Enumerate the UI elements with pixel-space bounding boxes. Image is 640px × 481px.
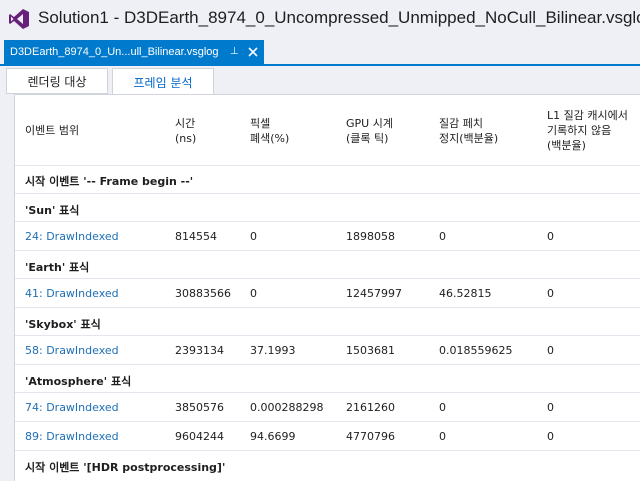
gpu-clock-cell: 2161260 bbox=[346, 401, 395, 414]
draw-call-link[interactable]: 58: DrawIndexed bbox=[25, 344, 119, 357]
texture-stall-cell: 0.018559625 bbox=[439, 344, 513, 357]
time-cell: 9604244 bbox=[175, 430, 224, 443]
row-separator bbox=[15, 450, 640, 451]
row-separator bbox=[15, 335, 640, 336]
time-cell: 3850576 bbox=[175, 401, 224, 414]
event-group-row[interactable]: 'Skybox' 표식 bbox=[25, 316, 101, 332]
texture-stall-cell: 0 bbox=[439, 230, 446, 243]
document-tab-label: D3DEarth_8974_0_Un...ull_Bilinear.vsglog bbox=[10, 46, 219, 58]
gpu-clock-cell: 1503681 bbox=[346, 344, 395, 357]
pixels-culled-cell: 0.000288298 bbox=[250, 401, 324, 414]
draw-call-link[interactable]: 41: DrawIndexed bbox=[25, 287, 119, 300]
row-separator bbox=[15, 221, 640, 222]
document-tab[interactable]: D3DEarth_8974_0_Un...ull_Bilinear.vsglog… bbox=[4, 40, 264, 64]
title-bar: Solution1 - D3DEarth_8974_0_Uncompressed… bbox=[0, 0, 640, 38]
row-separator bbox=[15, 193, 640, 194]
tab-frame-analysis[interactable]: 프레임 분석 bbox=[112, 68, 214, 96]
pin-icon[interactable]: ⊥ bbox=[230, 45, 242, 59]
l1-cache-miss-cell: 0 bbox=[547, 230, 554, 243]
event-group-row[interactable]: 시작 이벤트 '-- Frame begin --' bbox=[25, 173, 193, 189]
tab-render-targets[interactable]: 렌더링 대상 bbox=[6, 68, 108, 94]
pixels-culled-cell: 94.6699 bbox=[250, 430, 296, 443]
row-separator bbox=[15, 364, 640, 365]
l1-cache-miss-cell: 0 bbox=[547, 401, 554, 414]
header-gpu-clock[interactable]: GPU 시계 (클록 틱) bbox=[346, 116, 393, 146]
l1-cache-miss-cell: 0 bbox=[547, 430, 554, 443]
draw-call-link[interactable]: 89: DrawIndexed bbox=[25, 430, 119, 443]
header-pixels-culled[interactable]: 픽셀 폐색(%) bbox=[250, 116, 289, 146]
header-event-range[interactable]: 이벤트 범위 bbox=[25, 123, 79, 138]
texture-stall-cell: 0 bbox=[439, 401, 446, 414]
event-group-row[interactable]: 'Atmosphere' 표식 bbox=[25, 373, 131, 389]
gpu-clock-cell: 4770796 bbox=[346, 430, 395, 443]
analysis-table: 이벤트 범위 시간 (ns) 픽셀 폐색(%) GPU 시계 (클록 틱) 질감… bbox=[14, 94, 640, 481]
draw-call-link[interactable]: 24: DrawIndexed bbox=[25, 230, 119, 243]
event-group-row[interactable]: 'Sun' 표식 bbox=[25, 202, 79, 218]
visual-studio-logo-icon bbox=[9, 9, 29, 29]
texture-stall-cell: 0 bbox=[439, 430, 446, 443]
row-separator bbox=[15, 278, 640, 279]
draw-call-link[interactable]: 74: DrawIndexed bbox=[25, 401, 119, 414]
gpu-clock-cell: 12457997 bbox=[346, 287, 402, 300]
time-cell: 30883566 bbox=[175, 287, 231, 300]
texture-stall-cell: 46.52815 bbox=[439, 287, 492, 300]
l1-cache-miss-cell: 0 bbox=[547, 344, 554, 357]
row-separator bbox=[15, 392, 640, 393]
window-title: Solution1 - D3DEarth_8974_0_Uncompressed… bbox=[38, 8, 640, 27]
header-l1-cache-miss[interactable]: L1 질감 캐시에서 기록하지 않음 (백분율) bbox=[547, 108, 628, 153]
row-separator bbox=[15, 250, 640, 251]
time-cell: 814554 bbox=[175, 230, 217, 243]
pixels-culled-cell: 0 bbox=[250, 287, 257, 300]
time-cell: 2393134 bbox=[175, 344, 224, 357]
row-separator bbox=[15, 421, 640, 422]
row-separator bbox=[15, 307, 640, 308]
event-group-row[interactable]: 시작 이벤트 '[HDR postprocessing]' bbox=[25, 459, 225, 475]
header-texture-stall[interactable]: 질감 페치 정지(백분율) bbox=[439, 116, 498, 146]
event-group-row[interactable]: 'Earth' 표식 bbox=[25, 259, 89, 275]
inner-tab-strip: 렌더링 대상 프레임 분석 bbox=[6, 68, 640, 96]
header-time[interactable]: 시간 (ns) bbox=[175, 116, 196, 146]
pixels-culled-cell: 0 bbox=[250, 230, 257, 243]
pixels-culled-cell: 37.1993 bbox=[250, 344, 296, 357]
gpu-clock-cell: 1898058 bbox=[346, 230, 395, 243]
document-tab-strip: D3DEarth_8974_0_Un...ull_Bilinear.vsglog… bbox=[0, 40, 640, 66]
header-separator bbox=[15, 165, 640, 166]
close-icon[interactable] bbox=[247, 45, 259, 59]
l1-cache-miss-cell: 0 bbox=[547, 287, 554, 300]
frame-analysis-panel: 렌더링 대상 프레임 분석 이벤트 범위 시간 (ns) 픽셀 폐색(%) GP… bbox=[0, 66, 640, 481]
